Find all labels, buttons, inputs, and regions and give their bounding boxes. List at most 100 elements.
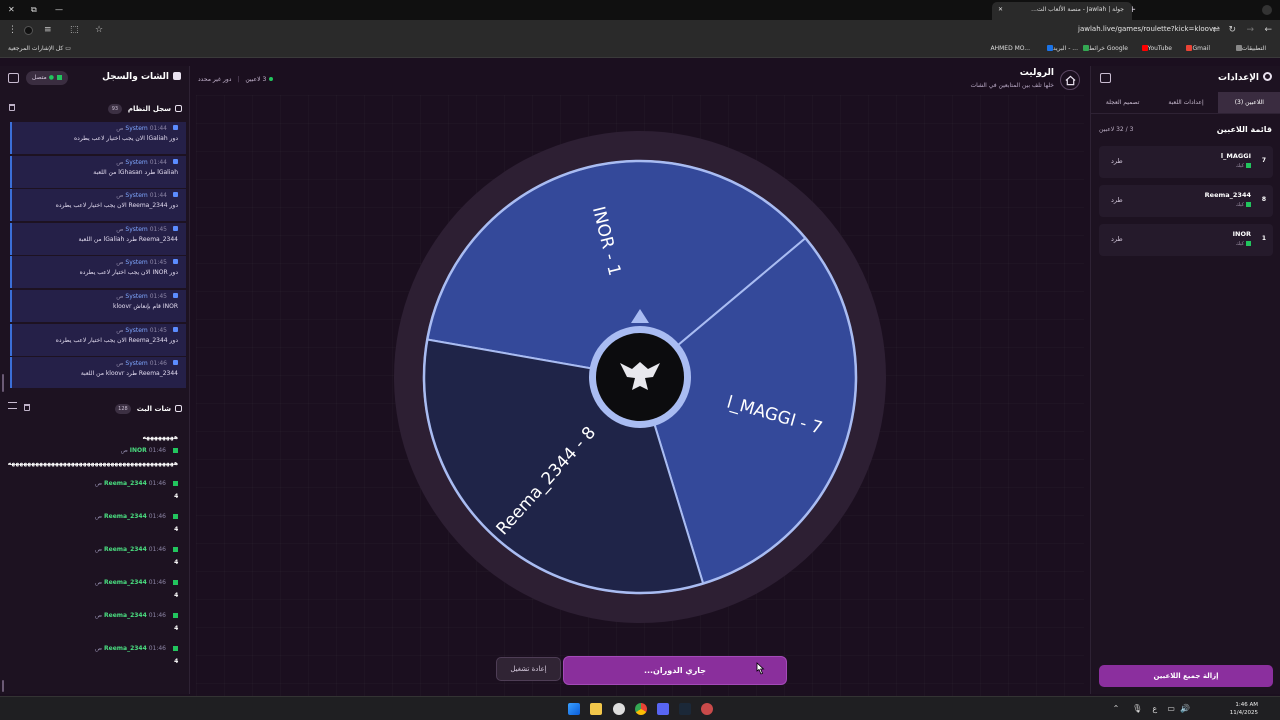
close-window-icon[interactable]: ✕: [8, 5, 15, 15]
shield-icon: [173, 192, 178, 198]
chat-username[interactable]: Reema_2344: [104, 480, 147, 487]
log-meta: System 01:44 ص: [16, 158, 178, 166]
home-button[interactable]: [1060, 70, 1080, 90]
tab-wheel-design[interactable]: تصميم العجلة: [1091, 92, 1154, 113]
clear-chat-icon[interactable]: [24, 404, 30, 411]
log-meta: System 01:44 ص: [16, 125, 178, 132]
chat-message: Reema_2344 01:46 ص 4: [0, 576, 190, 609]
profile-avatar[interactable]: [24, 26, 33, 35]
system-log-entry: System 01:46 ص Reema_2344 طرد kloovr من ا…: [10, 357, 186, 388]
clock-date: 11/4/2025: [1229, 710, 1258, 716]
system-log-entry: System 01:45 ص Reema_2344 طرد lGaliah من …: [10, 222, 186, 255]
shield-icon: [173, 292, 178, 298]
tab-title: جولة | Jawlah - منصة الألعاب الت...: [1031, 6, 1124, 13]
site-settings-icon[interactable]: ⇌: [1212, 25, 1220, 35]
bookmark-apps[interactable]: التطبيقات: [1233, 45, 1266, 52]
kick-player-button[interactable]: طرد: [1111, 235, 1123, 243]
log-meta: System 01:46 ص: [16, 360, 178, 367]
os-taskbar: ⌃ 🎙 ع ▭ 🔊 1:46 AM 11/4/2025: [0, 696, 1280, 720]
media-icon[interactable]: ≡: [44, 25, 52, 35]
settings-tabs: اللاعبين (3) إعدادات اللعبة تصميم العجلة: [1091, 92, 1280, 114]
chat-message: Reema_2344 01:46 ص 4: [0, 543, 190, 576]
clock[interactable]: 1:46 AM 11/4/2025: [1230, 701, 1258, 717]
player-name: l_MAGGI: [1220, 152, 1251, 160]
reset-button[interactable]: إعادة تشغيل: [496, 657, 561, 681]
file-explorer-icon[interactable]: [590, 703, 602, 715]
forward-icon[interactable]: →: [1246, 25, 1254, 35]
back-icon[interactable]: ←: [1264, 25, 1272, 35]
log-message: دور Reema_2344 الان يجب اختيار لاعب يطرد…: [55, 336, 178, 344]
bookmark-label: YouTube: [1147, 45, 1172, 52]
bookmark-all[interactable]: كل الإشارات المرجعية ▭: [8, 45, 71, 52]
player-name: Reema_2344: [1204, 191, 1251, 199]
settings-title: الإعدادات: [1218, 72, 1272, 83]
chat-text: 4: [174, 526, 178, 533]
chat-username[interactable]: INOR: [130, 447, 147, 454]
kick-icon: [173, 481, 178, 486]
tray-chevron-icon[interactable]: ⌃: [1113, 704, 1120, 713]
kick-icon: [173, 448, 178, 453]
log-sender: System: [125, 292, 148, 300]
spin-button[interactable]: جاري الدوران...: [564, 657, 786, 684]
tab-game-settings[interactable]: إعدادات اللعبة: [1154, 92, 1217, 113]
volume-icon[interactable]: 🔊: [1180, 704, 1190, 713]
kick-icon: [173, 514, 178, 519]
url-field[interactable]: jawlah.live/games/roulette?kick=kloovr: [1078, 25, 1216, 33]
platform-label: كيك: [1235, 163, 1244, 169]
player-platform: كيك: [1236, 241, 1251, 247]
chat-meta: INOR 01:46 ص: [8, 447, 178, 454]
app-icon[interactable]: [613, 703, 625, 715]
chat-username[interactable]: Reema_2344: [104, 612, 147, 619]
kick-player-button[interactable]: طرد: [1111, 196, 1123, 204]
chat-username[interactable]: Reema_2344: [104, 513, 147, 520]
reload-icon[interactable]: ↻: [1228, 25, 1236, 35]
bookmark-gmail[interactable]: Gmail: [1183, 45, 1210, 52]
steam-icon[interactable]: [679, 703, 691, 715]
log-message: lGaliah طرد lGhasan من اللعبة: [93, 168, 178, 176]
player-platform: كيك: [1236, 202, 1251, 208]
minimize-window-icon[interactable]: —: [55, 5, 63, 15]
tab-search-icon[interactable]: [1262, 5, 1272, 15]
roulette-wheel[interactable]: INOR - 1l_MAGGI - 7Reema_2344 - 8: [394, 131, 886, 623]
windows-start-icon[interactable]: [568, 703, 580, 715]
bookmark-label: التطبيقات: [1241, 45, 1266, 52]
chat-panel-title: الشات والسجل: [102, 72, 181, 82]
tab-players[interactable]: اللاعبين (3): [1217, 92, 1280, 113]
filter-icon[interactable]: [8, 402, 17, 409]
collapse-panel-icon[interactable]: [8, 73, 19, 83]
bookmark-maps[interactable]: خرائط Google: [1080, 45, 1128, 52]
collapse-settings-icon[interactable]: [1100, 73, 1111, 83]
live-chat-list: ههههههههه INOR 01:46 ص ههههههههههههههههههه…: [0, 422, 190, 690]
chat-username[interactable]: Reema_2344: [104, 645, 147, 652]
chat-message: Reema_2344 01:46 ص 4: [0, 477, 190, 510]
chat-title-text: الشات والسجل: [102, 72, 169, 82]
players-list-count: 3 / 32 لاعبين: [1099, 126, 1134, 133]
kick-player-button[interactable]: طرد: [1111, 157, 1123, 165]
chrome-icon[interactable]: [635, 703, 647, 715]
browser-tab-active[interactable]: ✕ جولة | Jawlah - منصة الألعاب الت...: [992, 2, 1132, 20]
bookmark-youtube[interactable]: YouTube: [1139, 45, 1172, 52]
live-chat-header: شات البث 128: [0, 400, 190, 418]
bookmark-star-icon[interactable]: ☆: [95, 25, 103, 35]
menu-icon[interactable]: ⋮: [8, 25, 17, 35]
chat-username[interactable]: Reema_2344: [104, 546, 147, 553]
close-tab-icon[interactable]: ✕: [998, 6, 1003, 13]
network-icon[interactable]: ▭: [1167, 704, 1175, 713]
log-message: Reema_2344 طرد lGaliah من اللعبة: [78, 235, 178, 243]
chat-username[interactable]: Reema_2344: [104, 579, 147, 586]
bookmark-mail[interactable]: البريد - ...: [1044, 45, 1078, 52]
keyboard-lang[interactable]: ع: [1152, 704, 1157, 713]
restore-window-icon[interactable]: ⧉: [31, 5, 37, 15]
log-scrollbar[interactable]: [2, 374, 4, 392]
chat-message: Reema_2344 01:46 ص 4: [0, 642, 190, 675]
kick-icon: [1246, 163, 1251, 168]
log-icon: [175, 105, 182, 112]
bookmark-label: البريد - ...: [1052, 45, 1078, 52]
bookmark-ahmed[interactable]: AHMED MO...: [991, 45, 1031, 52]
remove-all-players-button[interactable]: إزالة جميع اللاعبين: [1099, 665, 1273, 687]
discord-icon[interactable]: [657, 703, 669, 715]
extensions-icon[interactable]: ⬚: [70, 25, 79, 35]
clear-log-icon[interactable]: [9, 104, 15, 111]
mic-icon[interactable]: 🎙: [1132, 704, 1142, 713]
app2-icon[interactable]: [701, 703, 713, 715]
